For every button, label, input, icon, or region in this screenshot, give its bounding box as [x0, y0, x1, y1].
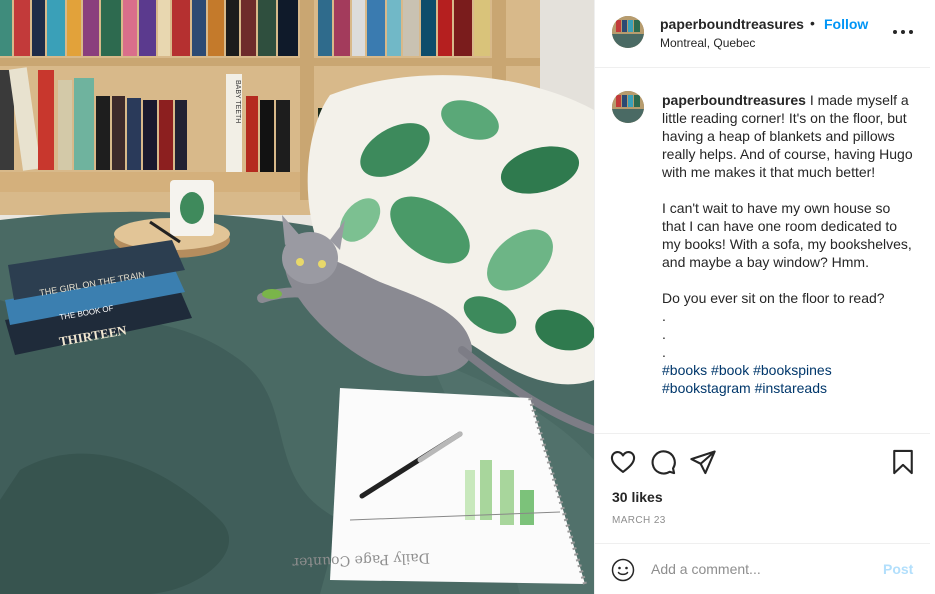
avatar[interactable]: [612, 16, 644, 48]
post-side-panel: paperboundtreasures • Follow Montreal, Q…: [594, 0, 935, 594]
post-actions: 30 likes MARCH 23: [595, 433, 930, 543]
more-dot: [901, 30, 905, 34]
caption-paragraph-1: paperboundtreasures I made myself a litt…: [662, 91, 914, 181]
comment-button[interactable]: [649, 448, 677, 476]
post-photo[interactable]: BABY TEETH THE GIRL ON THE TRAIN THE BOO…: [0, 0, 594, 594]
header-username[interactable]: paperboundtreasures: [660, 16, 804, 32]
post-comment-button[interactable]: Post: [883, 561, 913, 577]
avatar-image-icon: [612, 16, 644, 48]
likes-count[interactable]: 30 likes: [612, 489, 663, 505]
bookmark-icon: [893, 449, 913, 475]
more-dot: [893, 30, 897, 34]
add-comment-bar: Post: [595, 543, 930, 594]
baby-teeth-spine: BABY TEETH: [234, 80, 241, 123]
reading-corner-photo: BABY TEETH THE GIRL ON THE TRAIN THE BOO…: [0, 0, 594, 594]
caption-dot: .: [662, 326, 666, 342]
save-button[interactable]: [889, 448, 917, 476]
caption-avatar[interactable]: [612, 91, 644, 123]
follow-button[interactable]: Follow: [824, 16, 868, 32]
caption-paragraph-3: Do you ever sit on the floor to read?: [662, 290, 885, 306]
comment-bubble-icon: [651, 450, 676, 475]
like-button[interactable]: [609, 448, 637, 476]
avatar-image-icon: [612, 91, 644, 123]
post-caption: paperboundtreasures I made myself a litt…: [662, 91, 914, 397]
more-options-icon[interactable]: [891, 23, 915, 41]
hashtag-link[interactable]: #bookstagram: [662, 380, 751, 396]
paper-plane-icon: [690, 450, 716, 475]
more-dot: [909, 30, 913, 34]
comment-input[interactable]: [651, 559, 861, 579]
post-date: MARCH 23: [612, 515, 666, 526]
emoji-smiley-icon: [611, 558, 635, 582]
location-link[interactable]: Montreal, Quebec: [660, 36, 755, 50]
caption-dot: .: [662, 344, 666, 360]
caption-username[interactable]: paperboundtreasures: [662, 92, 806, 108]
header-separator-dot: •: [810, 15, 815, 31]
caption-scroll-area[interactable]: paperboundtreasures I made myself a litt…: [595, 69, 930, 433]
share-button[interactable]: [689, 448, 717, 476]
caption-paragraph-2: I can't wait to have my own house so tha…: [662, 200, 912, 270]
hashtag-link[interactable]: #instareads: [755, 380, 827, 396]
caption-dots: . . .: [662, 307, 914, 361]
hashtag-link[interactable]: #bookspines: [753, 362, 832, 378]
top-shelf-books: [0, 0, 490, 56]
hashtag-link[interactable]: #books: [662, 362, 707, 378]
heart-icon: [610, 451, 636, 473]
hashtag-link[interactable]: #book: [711, 362, 749, 378]
post-header: paperboundtreasures • Follow Montreal, Q…: [595, 0, 930, 68]
emoji-button[interactable]: [611, 558, 635, 582]
hashtag-list: #books #book #bookspines #bookstagram #i…: [662, 361, 914, 397]
caption-dot: .: [662, 308, 666, 324]
